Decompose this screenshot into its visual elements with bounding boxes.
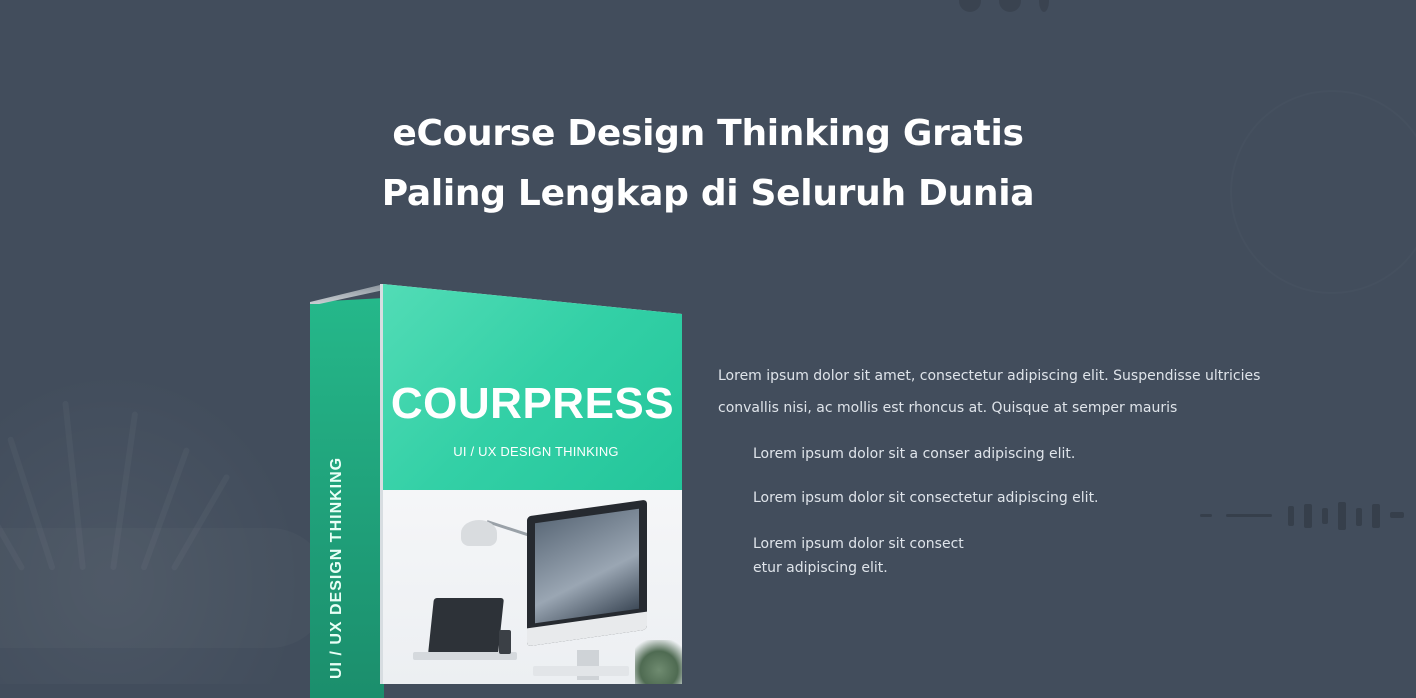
background-decoration	[0, 0, 1416, 684]
monitor-screen	[535, 508, 639, 624]
background-table-image	[0, 528, 330, 648]
feature-item: Lorem ipsum dolor sit a conser adipiscin…	[753, 446, 1076, 462]
box-subtitle: UI / UX DESIGN THINKING	[453, 444, 619, 459]
title-line-2: Paling Lengkap di Seluruh Dunia	[381, 173, 1035, 214]
background-plant-image	[0, 330, 340, 684]
background-equalizer-bars	[1200, 500, 1416, 534]
keyboard	[533, 666, 629, 676]
monitor	[527, 499, 647, 647]
background-top-shapes	[955, 0, 1075, 18]
feature-item: Lorem ipsum dolor sit consect etur adipi…	[753, 536, 964, 576]
description-intro: Lorem ipsum dolor sit amet, consectetur …	[718, 368, 1261, 416]
laptop	[428, 598, 504, 654]
feature-item: Lorem ipsum dolor sit consectetur adipis…	[753, 490, 1099, 506]
feature-list: Lorem ipsum dolor sit a conser adipiscin…	[753, 444, 1173, 604]
title-line-1: eCourse Design Thinking Gratis	[392, 113, 1024, 154]
lamp-head	[461, 520, 497, 546]
box-cover: COURPRESS UI / UX DESIGN THINKING	[383, 284, 682, 490]
product-box-image: UI / UX DESIGN THINKING COURPRESS UI / U…	[310, 284, 682, 698]
phone	[499, 630, 511, 654]
plant-leaves	[635, 640, 682, 684]
course-description: Lorem ipsum dolor sit amet, consectetur …	[718, 360, 1278, 424]
box-front: COURPRESS UI / UX DESIGN THINKING	[383, 284, 682, 684]
workspace-photo	[383, 490, 682, 684]
box-spine-label: UI / UX DESIGN THINKING	[328, 456, 345, 679]
box-brand-logo: COURPRESS	[390, 379, 675, 428]
page-title: eCourse Design Thinking Gratis Paling Le…	[0, 104, 1416, 224]
